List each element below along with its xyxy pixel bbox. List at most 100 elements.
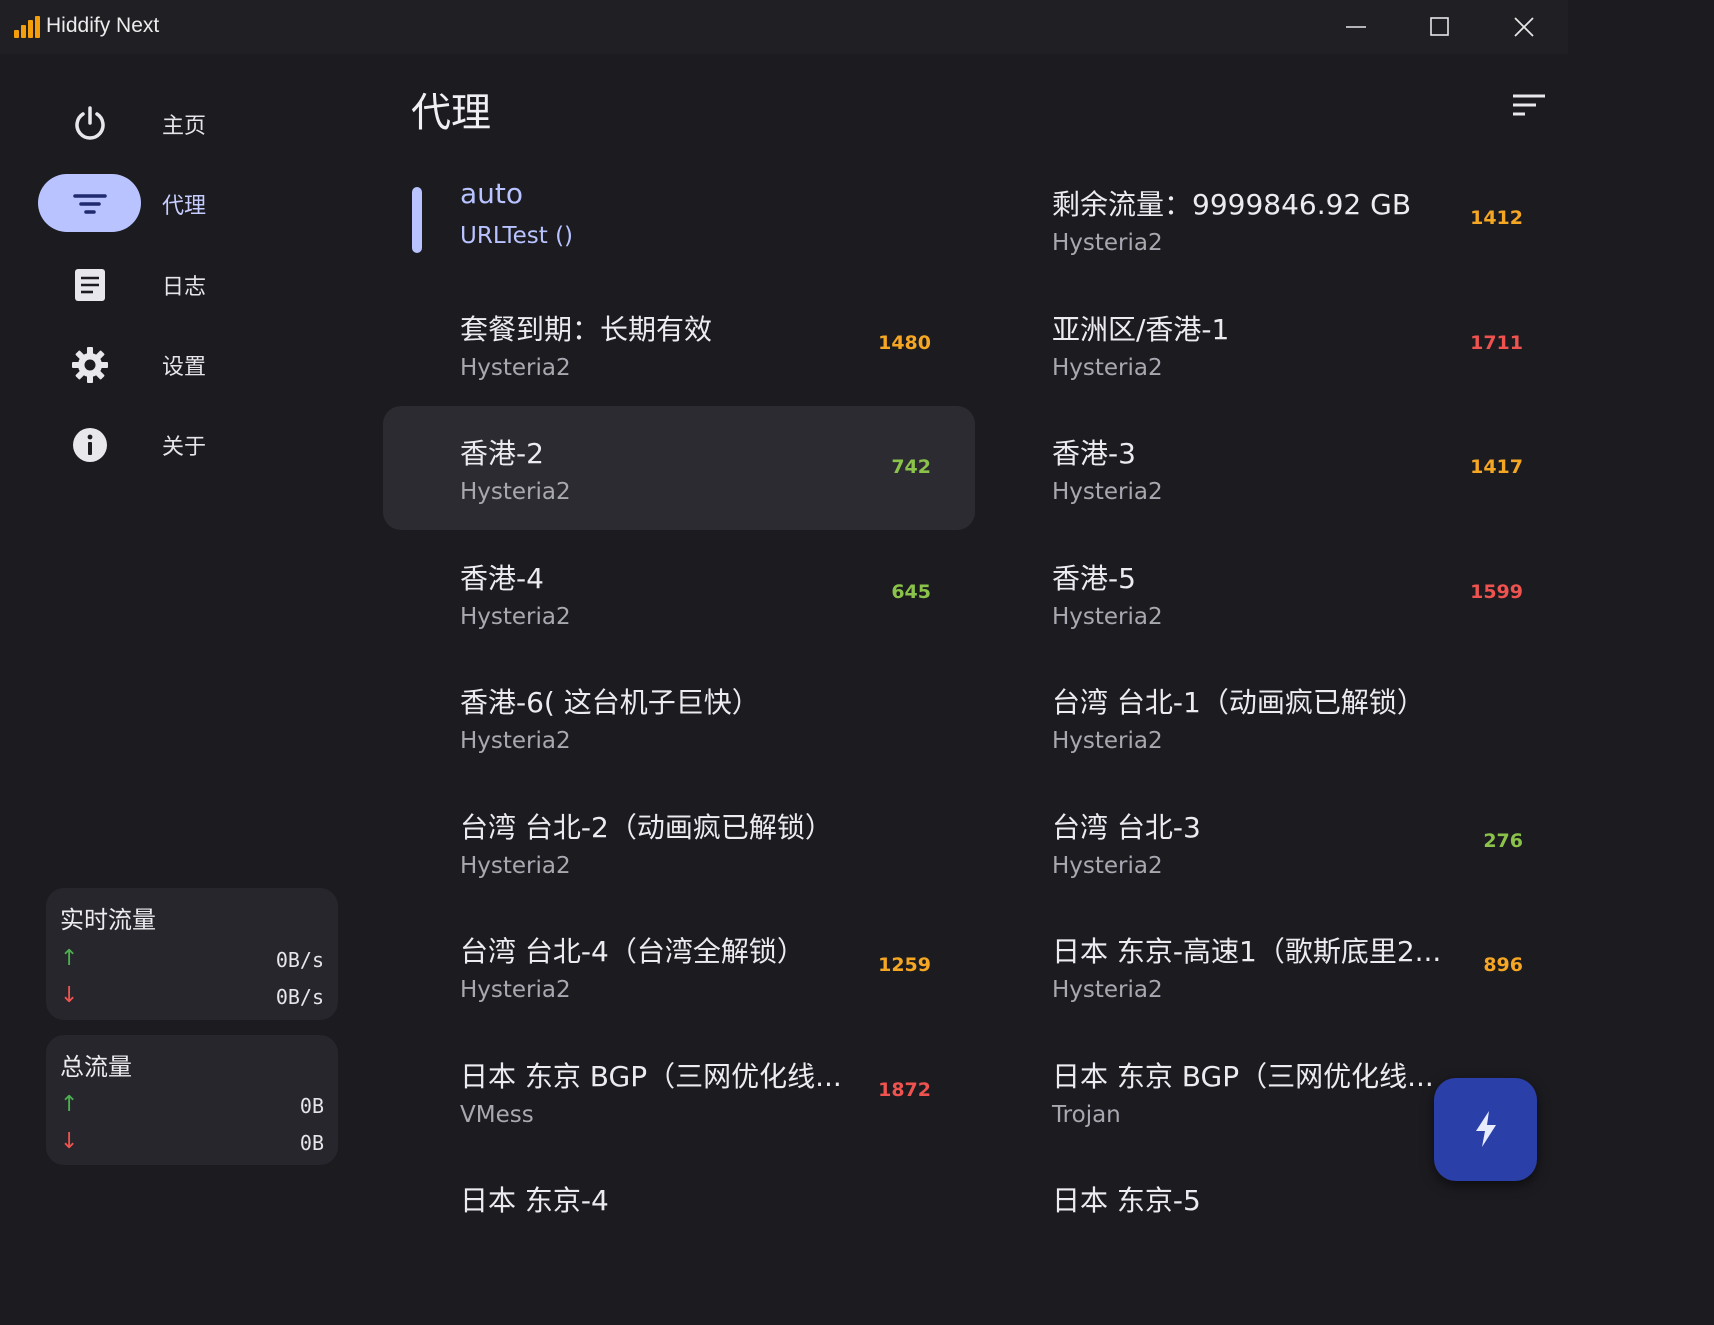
proxy-item[interactable]: 香港-5 Hysteria2 1599	[975, 531, 1567, 655]
sidebar-item-label: 日志	[162, 275, 207, 300]
sidebar-item-logs[interactable]: 日志	[38, 255, 338, 313]
proxy-name: 日本 东京-4	[460, 1184, 609, 1217]
proxy-delay: 1480	[878, 331, 931, 354]
proxy-item[interactable]: 香港-4 Hysteria2 645	[383, 531, 975, 655]
proxy-item[interactable]: 亚洲区/香港-1 Hysteria2 1711	[975, 282, 1567, 406]
proxy-name: 亚洲区/香港-1	[1052, 312, 1230, 346]
proxy-type: Hysteria2	[1052, 852, 1163, 879]
proxy-name: auto	[460, 177, 524, 210]
maximize-button[interactable]	[1398, 0, 1482, 54]
proxy-item[interactable]: 台湾 台北-1（动画疯已解锁） Hysteria2	[975, 655, 1567, 779]
close-button[interactable]	[1482, 0, 1566, 54]
proxy-item[interactable]: 日本 东京-高速1（歌斯底里2... Hysteria2 896	[975, 904, 1567, 1028]
sidebar-item-proxies[interactable]: 代理	[38, 174, 338, 232]
app-title: Hiddify Next	[46, 14, 160, 37]
proxy-name: 香港-4	[460, 561, 544, 595]
proxy-type: Hysteria2	[460, 977, 571, 1003]
sort-icon	[1513, 94, 1545, 116]
total-traffic-title: 总流量	[60, 1053, 132, 1081]
proxy-type: Hysteria2	[1052, 230, 1163, 256]
proxy-delay: 1412	[1470, 207, 1523, 229]
sidebar-item-label: 主页	[162, 114, 207, 139]
upload-speed-row: ↑ 0B/s	[60, 946, 324, 976]
proxy-name: 套餐到期：长期有效	[460, 312, 713, 346]
lightning-icon	[1476, 1111, 1496, 1147]
realtime-traffic-card: 实时流量 ↑ 0B/s ↓ 0B/s	[46, 888, 338, 1020]
minimize-icon	[1346, 26, 1366, 28]
proxy-item[interactable]: 台湾 台北-3 Hysteria2 276	[975, 780, 1567, 904]
proxy-type: Hysteria2	[1052, 479, 1163, 505]
proxy-name: 台湾 台北-1（动画疯已解锁）	[1052, 686, 1425, 719]
download-total-row: ↓ 0B	[60, 1129, 324, 1159]
sidebar: 主页 代理 日志 设置 关于 实时流量 ↑ 0B/s ↓ 0B/s 总流量 ↑ …	[0, 54, 360, 1212]
app-logo-icon	[14, 16, 42, 38]
proxy-type: Hysteria2	[460, 852, 571, 879]
proxy-name: 台湾 台北-3	[1052, 810, 1201, 844]
proxy-type: Hysteria2	[1052, 354, 1163, 381]
proxy-type: Trojan	[1052, 1101, 1121, 1128]
proxy-delay: 896	[1483, 954, 1523, 976]
upload-speed-value: 0B/s	[275, 948, 324, 972]
download-total-value: 0B	[299, 1131, 324, 1155]
realtime-traffic-title: 实时流量	[60, 906, 156, 934]
total-traffic-card: 总流量 ↑ 0B ↓ 0B	[46, 1035, 338, 1165]
proxy-name: 台湾 台北-2（动画疯已解锁）	[460, 810, 833, 844]
proxy-type: Hysteria2	[460, 728, 571, 754]
upload-arrow-icon: ↑	[60, 946, 79, 971]
proxy-item[interactable]: 日本 东京-4	[383, 1153, 975, 1277]
proxy-name: 香港-6( 这台机子巨快）	[460, 686, 760, 719]
proxy-name: 日本 东京-高速1（歌斯底里2...	[1052, 935, 1442, 968]
maximize-icon	[1430, 17, 1449, 36]
proxy-delay: 645	[891, 580, 931, 603]
proxy-delay: 1872	[878, 1078, 931, 1101]
proxy-name: 日本 东京 BGP（三网优化线...	[460, 1059, 842, 1093]
sidebar-item-label: 代理	[162, 194, 207, 219]
proxy-item[interactable]: 台湾 台北-2（动画疯已解锁） Hysteria2	[383, 780, 975, 904]
proxy-item[interactable]: 剩余流量：9999846.92 GB Hysteria2 1412	[975, 157, 1567, 281]
download-arrow-icon: ↓	[60, 983, 79, 1008]
upload-total-row: ↑ 0B	[60, 1092, 324, 1122]
minimize-button[interactable]	[1314, 0, 1398, 54]
sidebar-item-home[interactable]: 主页	[38, 94, 338, 152]
proxy-item[interactable]: 香港-6( 这台机子巨快） Hysteria2	[383, 655, 975, 779]
proxy-item[interactable]: 香港-2 Hysteria2 742	[383, 406, 975, 530]
proxy-type: VMess	[460, 1101, 534, 1128]
proxy-type: Hysteria2	[460, 479, 571, 505]
upload-total-value: 0B	[299, 1094, 324, 1118]
power-icon	[75, 106, 105, 140]
proxy-item[interactable]: 套餐到期：长期有效 Hysteria2 1480	[383, 282, 975, 406]
sidebar-item-settings[interactable]: 设置	[38, 335, 338, 393]
proxy-item[interactable]: 香港-3 Hysteria2 1417	[975, 406, 1567, 530]
download-speed-row: ↓ 0B/s	[60, 983, 324, 1013]
proxy-type: Hysteria2	[1052, 603, 1163, 630]
filter-icon	[73, 194, 107, 214]
proxy-item[interactable]: 台湾 台北-4（台湾全解锁） Hysteria2 1259	[383, 904, 975, 1028]
connect-fab-button[interactable]	[1434, 1078, 1537, 1181]
title-bar: Hiddify Next	[0, 0, 1568, 54]
proxy-name: 台湾 台北-4（台湾全解锁）	[460, 935, 805, 968]
proxy-delay: 1599	[1470, 580, 1523, 603]
proxy-delay: 742	[891, 456, 931, 478]
proxy-name: 香港-5	[1052, 561, 1136, 595]
download-arrow-icon: ↓	[60, 1129, 79, 1154]
gear-icon	[72, 347, 108, 383]
proxy-delay: 1259	[878, 954, 931, 976]
proxy-type: URLTest ()	[460, 223, 574, 249]
download-speed-value: 0B/s	[275, 985, 324, 1009]
proxy-name: 日本 东京 BGP（三网优化线...	[1052, 1059, 1434, 1093]
info-icon	[73, 428, 107, 462]
close-icon	[1514, 17, 1534, 37]
sidebar-item-label: 关于	[162, 435, 207, 460]
proxy-type: Hysteria2	[1052, 977, 1163, 1003]
upload-arrow-icon: ↑	[60, 1092, 79, 1117]
active-indicator	[412, 187, 422, 253]
sort-button[interactable]	[1498, 84, 1558, 126]
page-title: 代理	[411, 90, 491, 136]
proxy-item[interactable]: 日本 东京 BGP（三网优化线... VMess 1872	[383, 1029, 975, 1153]
document-icon	[75, 269, 105, 301]
proxy-delay: 276	[1483, 829, 1523, 852]
proxy-type: Hysteria2	[460, 354, 571, 381]
sidebar-item-about[interactable]: 关于	[38, 415, 338, 473]
proxy-item[interactable]: auto URLTest ()	[383, 157, 975, 281]
proxy-name: 香港-2	[460, 437, 544, 470]
